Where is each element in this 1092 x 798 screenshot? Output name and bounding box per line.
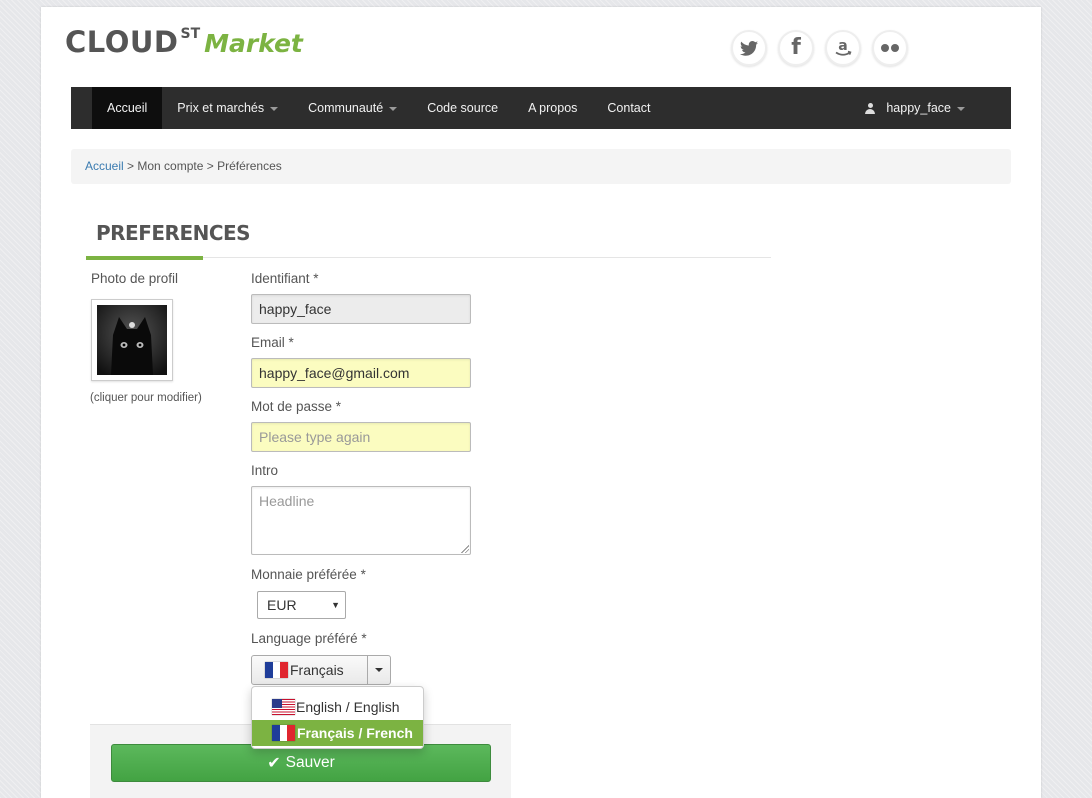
flickr-icon[interactable]: [872, 30, 908, 66]
password-field[interactable]: Please type again: [251, 422, 471, 452]
user-menu[interactable]: happy_face: [865, 87, 965, 129]
social-links: f a: [731, 30, 908, 66]
email-field[interactable]: happy_face@gmail.com: [251, 358, 471, 388]
nav-item-contact[interactable]: Contact: [592, 87, 665, 129]
logo-product: Market: [204, 29, 303, 58]
usa-flag-icon: [272, 699, 295, 715]
page-title: PREFERENCES: [96, 221, 251, 245]
email-label: Email *: [251, 335, 294, 350]
resize-handle-icon[interactable]: [461, 545, 469, 553]
france-flag-icon: [272, 725, 296, 741]
language-option-english[interactable]: English / English: [252, 694, 423, 720]
chevron-down-icon: [957, 106, 965, 111]
twitter-icon[interactable]: [731, 30, 767, 66]
currency-value: EUR: [267, 597, 297, 613]
password-label: Mot de passe *: [251, 399, 342, 414]
check-icon: ✔: [267, 755, 281, 772]
currency-select[interactable]: EUR ▼: [257, 591, 346, 619]
intro-label: Intro: [251, 463, 279, 478]
language-current[interactable]: Français: [252, 656, 368, 684]
chevron-down-icon: ▼: [331, 600, 340, 610]
profile-photo-label: Photo de profil: [91, 271, 179, 286]
language-dropdown-toggle[interactable]: [368, 656, 390, 684]
main-navbar: Accueil Prix et marchés Communauté Code …: [71, 87, 1011, 129]
logo-brand: CLOUD: [65, 25, 179, 59]
nav-item-communaute[interactable]: Communauté: [293, 87, 412, 129]
page-container: CLOUD ST Market f a Accueil Prix et marché…: [41, 7, 1041, 798]
facebook-icon[interactable]: f: [778, 30, 814, 66]
language-option-french[interactable]: Français / French: [252, 720, 423, 746]
user-icon: [865, 102, 876, 114]
france-flag-icon: [265, 662, 289, 678]
profile-photo-caption: (cliquer pour modifier): [90, 392, 202, 404]
identifiant-label: Identifiant *: [251, 271, 319, 286]
logo-superscript: ST: [180, 26, 201, 42]
nav-item-a-propos[interactable]: A propos: [513, 87, 592, 129]
nav-item-accueil[interactable]: Accueil: [92, 87, 163, 129]
chevron-down-icon: [375, 668, 383, 672]
chevron-down-icon: [389, 106, 398, 111]
profile-photo[interactable]: [91, 299, 173, 381]
breadcrumb: Accueil > Mon compte > Préférences: [71, 149, 1011, 184]
language-select[interactable]: Français: [251, 655, 391, 685]
currency-label: Monnaie préférée *: [251, 567, 366, 582]
chevron-down-icon: [270, 106, 279, 111]
language-value: Français: [290, 662, 344, 678]
amazon-icon[interactable]: a: [825, 30, 861, 66]
intro-textarea[interactable]: Headline: [251, 486, 471, 555]
breadcrumb-home-link[interactable]: Accueil: [85, 159, 124, 173]
save-label: Sauver: [285, 754, 335, 771]
title-underline: [86, 256, 203, 260]
avatar: [97, 305, 167, 375]
user-name: happy_face: [886, 101, 951, 115]
identifiant-field[interactable]: happy_face: [251, 294, 471, 324]
save-button[interactable]: ✔ Sauver: [111, 744, 491, 782]
language-dropdown-menu: English / English Français / French: [251, 686, 424, 749]
nav-item-prix-et-marches[interactable]: Prix et marchés: [162, 87, 293, 129]
svg-text:a: a: [838, 38, 847, 54]
intro-placeholder: Headline: [259, 493, 315, 509]
language-label: Language préféré *: [251, 631, 367, 646]
site-logo[interactable]: CLOUD ST Market: [65, 25, 303, 65]
breadcrumb-trail: > Mon compte > Préférences: [123, 159, 282, 173]
nav-item-code-source[interactable]: Code source: [412, 87, 513, 129]
